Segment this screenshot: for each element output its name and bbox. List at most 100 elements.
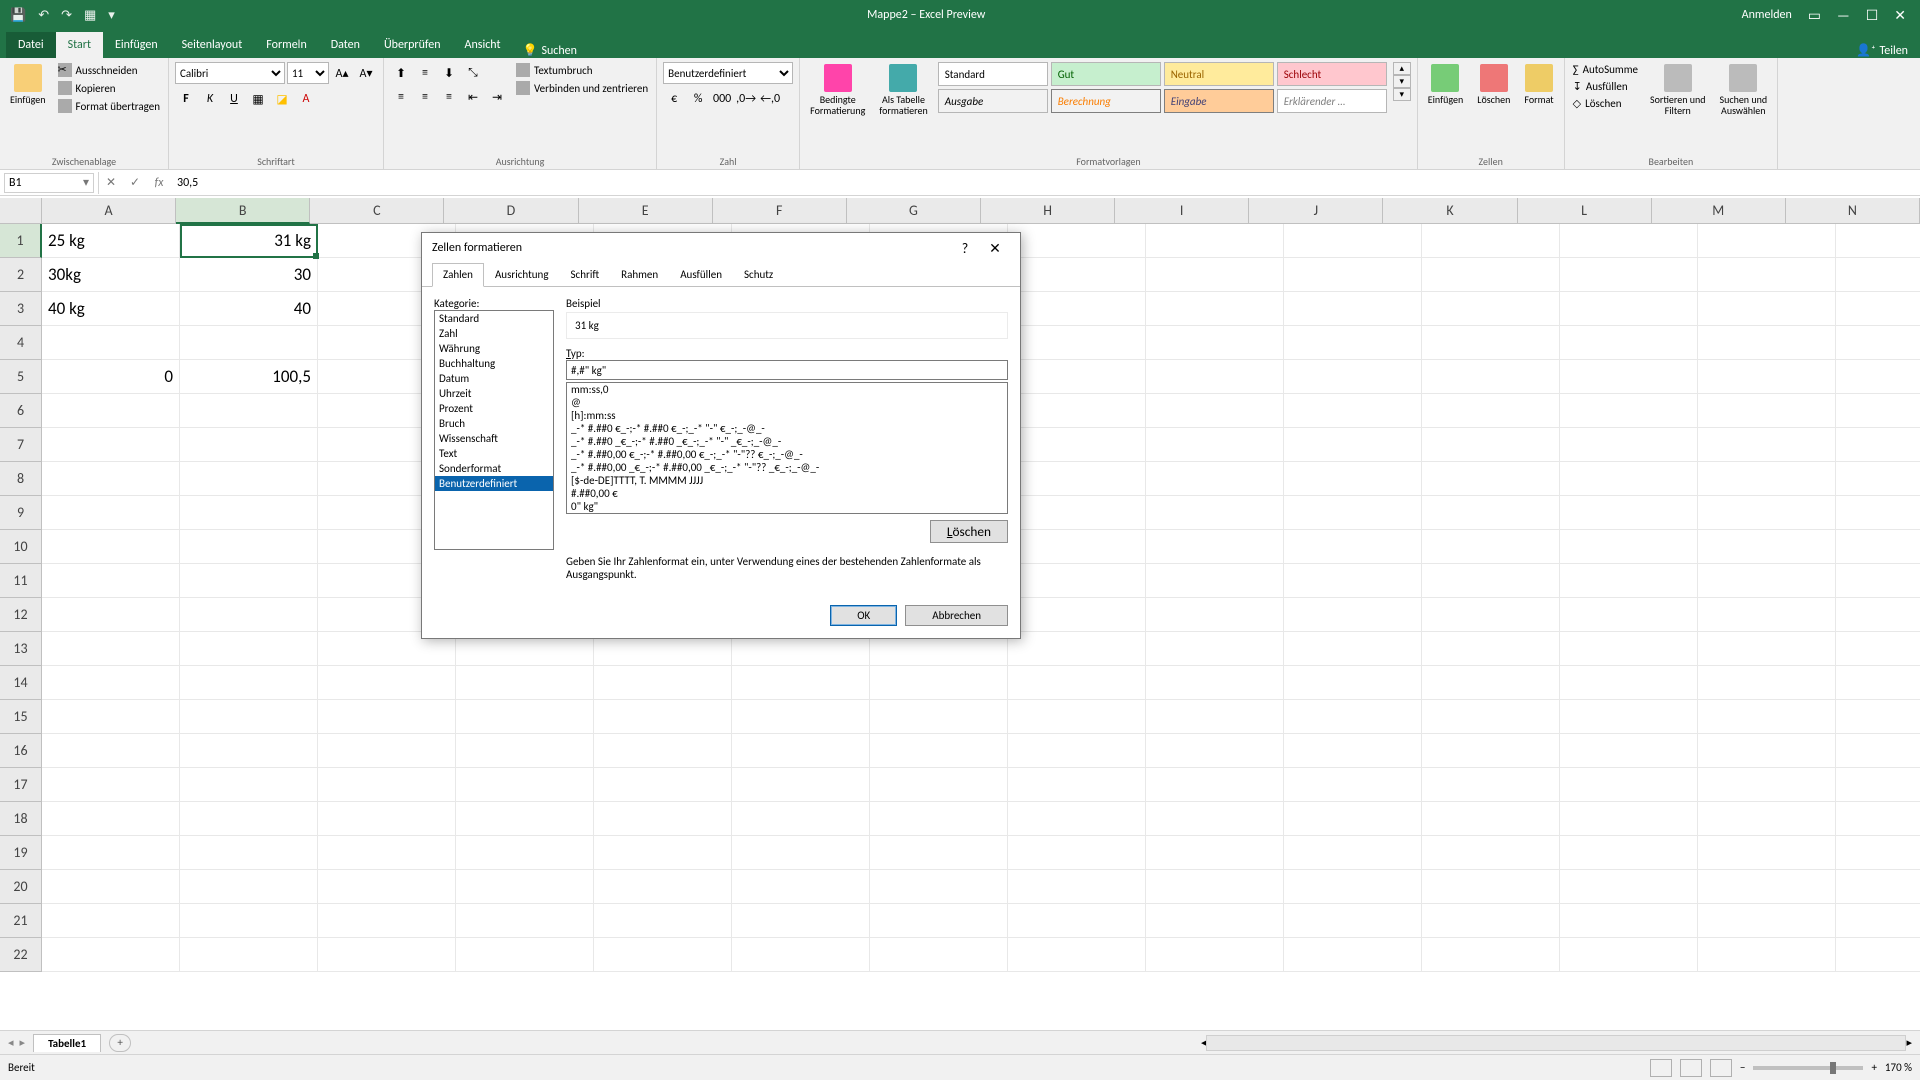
cell-M21[interactable] [1698,904,1836,938]
align-bottom-icon[interactable]: ⬇ [438,62,460,84]
cell-K11[interactable] [1422,564,1560,598]
row-header-4[interactable]: 4 [0,326,42,360]
category-item[interactable]: Bruch [435,416,553,431]
cell-M7[interactable] [1698,428,1836,462]
cell-D19[interactable] [456,836,594,870]
row-header-9[interactable]: 9 [0,496,42,530]
cell-J11[interactable] [1284,564,1422,598]
cell-L14[interactable] [1560,666,1698,700]
cell-I18[interactable] [1146,802,1284,836]
cell-C22[interactable] [318,938,456,972]
cell-G20[interactable] [870,870,1008,904]
cell-K10[interactable] [1422,530,1560,564]
cancel-button[interactable]: Abbrechen [905,605,1008,626]
cell-M15[interactable] [1698,700,1836,734]
cell-H1[interactable] [1008,224,1146,258]
cell-G14[interactable] [870,666,1008,700]
cut-button[interactable]: ✂Ausschneiden [56,62,162,78]
cell-D18[interactable] [456,802,594,836]
cell-B15[interactable] [180,700,318,734]
cell-K14[interactable] [1422,666,1560,700]
row-header-1[interactable]: 1 [0,224,42,258]
merge-center-button[interactable]: Verbinden und zentrieren [514,80,650,96]
cell-I5[interactable] [1146,360,1284,394]
cell-L3[interactable] [1560,292,1698,326]
cell-E17[interactable] [594,768,732,802]
row-header-3[interactable]: 3 [0,292,42,326]
cell-style-gallery[interactable]: Standard Gut Neutral Schlecht Ausgabe Be… [938,62,1387,113]
cell-F20[interactable] [732,870,870,904]
view-page-break-icon[interactable] [1710,1059,1732,1077]
category-item[interactable]: Standard [435,311,553,326]
cell-N2[interactable] [1836,258,1920,292]
row-header-15[interactable]: 15 [0,700,42,734]
cell-J13[interactable] [1284,632,1422,666]
cell-C15[interactable] [318,700,456,734]
cell-N4[interactable] [1836,326,1920,360]
tab-ueberpruefen[interactable]: Überprüfen [372,32,453,58]
cell-N8[interactable] [1836,462,1920,496]
cell-A6[interactable] [42,394,180,428]
cell-A3[interactable]: 40 kg [42,292,180,326]
row-header-13[interactable]: 13 [0,632,42,666]
cell-B10[interactable] [180,530,318,564]
row-header-10[interactable]: 10 [0,530,42,564]
cell-M11[interactable] [1698,564,1836,598]
cell-I20[interactable] [1146,870,1284,904]
decrease-decimal-icon[interactable]: ←,0 [759,88,781,110]
cell-C17[interactable] [318,768,456,802]
fill-color-button[interactable]: ◪ [271,88,293,110]
cell-L20[interactable] [1560,870,1698,904]
cell-A9[interactable] [42,496,180,530]
cell-L18[interactable] [1560,802,1698,836]
style-gallery-scroll[interactable]: ▴▾▾ [1393,62,1411,101]
decrease-font-icon[interactable]: A▾ [355,62,377,84]
qa-save-icon[interactable]: 💾 [10,8,26,23]
cell-K2[interactable] [1422,258,1560,292]
dlg-tab-schrift[interactable]: Schrift [560,263,611,286]
cell-K17[interactable] [1422,768,1560,802]
cell-N18[interactable] [1836,802,1920,836]
sheet-tab-1[interactable]: Tabelle1 [33,1034,101,1052]
category-item[interactable]: Wissenschaft [435,431,553,446]
wrap-text-button[interactable]: Textumbruch [514,62,650,78]
align-center-icon[interactable]: ≡ [414,86,436,108]
cell-B22[interactable] [180,938,318,972]
cell-B16[interactable] [180,734,318,768]
cell-L15[interactable] [1560,700,1698,734]
cell-L11[interactable] [1560,564,1698,598]
cell-I16[interactable] [1146,734,1284,768]
cell-I8[interactable] [1146,462,1284,496]
type-list-item[interactable]: _-* #.##0 _€_-;-* #.##0 _€_-;_-* "-" _€_… [567,435,1007,448]
cell-B18[interactable] [180,802,318,836]
cell-G16[interactable] [870,734,1008,768]
cell-N13[interactable] [1836,632,1920,666]
type-list-item[interactable]: _-* #.##0,00 €_-;-* #.##0,00 €_-;_-* "-"… [567,448,1007,461]
cell-M18[interactable] [1698,802,1836,836]
cell-B4[interactable] [180,326,318,360]
cell-K5[interactable] [1422,360,1560,394]
dlg-tab-ausrichtung[interactable]: Ausrichtung [484,263,560,286]
type-list-item[interactable]: _-* #.##0 €_-;-* #.##0 €_-;_-* "-" €_-;_… [567,422,1007,435]
cell-B14[interactable] [180,666,318,700]
cell-H16[interactable] [1008,734,1146,768]
cell-N20[interactable] [1836,870,1920,904]
cell-H8[interactable] [1008,462,1146,496]
share-button[interactable]: 👤⁺ Teilen [1844,43,1920,58]
cell-N5[interactable] [1836,360,1920,394]
cell-A4[interactable] [42,326,180,360]
cell-I14[interactable] [1146,666,1284,700]
cell-H11[interactable] [1008,564,1146,598]
cell-H5[interactable] [1008,360,1146,394]
cell-B11[interactable] [180,564,318,598]
row-header-19[interactable]: 19 [0,836,42,870]
cell-M10[interactable] [1698,530,1836,564]
font-color-button[interactable]: A [295,88,317,110]
insert-cells-button[interactable]: Einfügen [1424,62,1468,107]
cell-J9[interactable] [1284,496,1422,530]
cell-J14[interactable] [1284,666,1422,700]
format-as-table-button[interactable]: Als Tabelle formatieren [875,62,931,118]
cell-N10[interactable] [1836,530,1920,564]
cell-I7[interactable] [1146,428,1284,462]
cell-H15[interactable] [1008,700,1146,734]
